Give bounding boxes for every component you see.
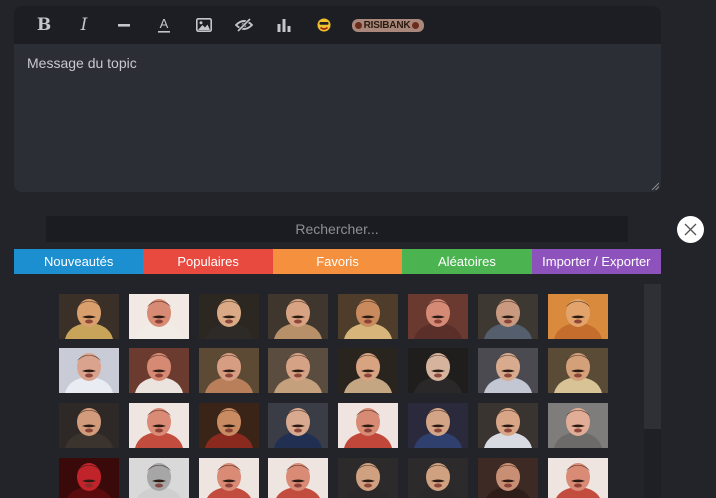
sticker-thumbnail[interactable] — [478, 294, 538, 339]
sticker-thumbnail[interactable] — [59, 348, 119, 393]
tab-nouveautes[interactable]: Nouveautés — [14, 249, 144, 274]
sticker-thumbnail[interactable] — [338, 458, 398, 498]
sticker-thumbnail[interactable] — [59, 458, 119, 498]
smiley-button[interactable] — [304, 6, 344, 44]
risibank-button[interactable]: RISIBANK — [348, 6, 428, 44]
spoiler-button[interactable] — [224, 6, 264, 44]
message-editor: B I A RISIBANK Message du topic — [14, 6, 661, 192]
sticker-thumbnail[interactable] — [548, 348, 608, 393]
poll-button[interactable] — [264, 6, 304, 44]
sticker-thumbnail[interactable] — [478, 348, 538, 393]
sticker-thumbnail[interactable] — [129, 348, 189, 393]
message-placeholder: Message du topic — [27, 55, 137, 71]
font-color-icon: A — [158, 16, 170, 33]
tab-aleatoires[interactable]: Aléatoires — [402, 249, 532, 274]
tab-importer-exporter[interactable]: Importer / Exporter — [531, 249, 662, 274]
font-color-button[interactable]: A — [144, 6, 184, 44]
sticker-thumbnail[interactable] — [548, 403, 608, 448]
eye-slash-icon — [235, 18, 253, 32]
strikethrough-button[interactable] — [104, 6, 144, 44]
tab-label: Aléatoires — [438, 254, 496, 269]
sticker-scrollbar[interactable] — [644, 284, 661, 498]
sticker-thumbnail[interactable] — [548, 294, 608, 339]
sticker-search-input[interactable]: Rechercher... — [46, 216, 628, 242]
italic-icon: I — [80, 15, 88, 35]
sticker-thumbnail[interactable] — [268, 294, 328, 339]
sticker-thumbnail[interactable] — [408, 458, 468, 498]
strikethrough-icon — [118, 24, 130, 27]
close-icon — [684, 223, 697, 236]
sticker-tabs: Nouveautés Populaires Favoris Aléatoires… — [14, 249, 662, 274]
sticker-thumbnail[interactable] — [408, 348, 468, 393]
risibank-logo-icon: RISIBANK — [351, 18, 425, 32]
sticker-thumbnail[interactable] — [408, 403, 468, 448]
risibank-logo-mark — [412, 21, 420, 29]
italic-button[interactable]: I — [64, 6, 104, 44]
message-textarea[interactable]: Message du topic — [14, 44, 661, 192]
sticker-thumbnail[interactable] — [129, 403, 189, 448]
smiley-icon — [316, 17, 332, 33]
tab-populaires[interactable]: Populaires — [143, 249, 273, 274]
bold-icon: B — [36, 15, 52, 35]
resize-grip-icon[interactable] — [651, 182, 659, 190]
tab-label: Importer / Exporter — [542, 254, 651, 269]
sticker-thumbnail[interactable] — [408, 294, 468, 339]
sticker-thumbnail[interactable] — [268, 348, 328, 393]
sticker-thumbnail[interactable] — [338, 294, 398, 339]
sticker-thumbnail[interactable] — [548, 458, 608, 498]
sticker-thumbnail[interactable] — [199, 403, 259, 448]
tab-label: Favoris — [316, 254, 359, 269]
bold-button[interactable]: B — [24, 6, 64, 44]
tab-label: Nouveautés — [44, 254, 114, 269]
sticker-thumbnail[interactable] — [338, 348, 398, 393]
svg-text:A: A — [160, 16, 169, 31]
image-icon — [196, 18, 212, 32]
tab-favoris[interactable]: Favoris — [272, 249, 403, 274]
sticker-thumbnail[interactable] — [59, 403, 119, 448]
bar-chart-icon — [277, 19, 291, 32]
scrollbar-thumb[interactable] — [644, 284, 661, 429]
editor-toolbar: B I A RISIBANK — [14, 6, 661, 44]
sticker-thumbnail[interactable] — [478, 403, 538, 448]
sticker-thumbnail[interactable] — [338, 403, 398, 448]
close-button[interactable] — [677, 216, 704, 243]
sticker-grid — [14, 284, 661, 498]
sticker-thumbnail[interactable] — [129, 294, 189, 339]
sticker-thumbnail[interactable] — [478, 458, 538, 498]
risibank-logo-mark — [354, 21, 362, 29]
sticker-thumbnail[interactable] — [268, 458, 328, 498]
sticker-thumbnail[interactable] — [129, 458, 189, 498]
sticker-search-placeholder: Rechercher... — [295, 221, 379, 237]
sticker-thumbnail[interactable] — [268, 403, 328, 448]
risibank-logo-text: RISIBANK — [363, 19, 411, 31]
sticker-thumbnail[interactable] — [59, 294, 119, 339]
sticker-thumbnail[interactable] — [199, 294, 259, 339]
tab-label: Populaires — [177, 254, 239, 269]
sticker-thumbnail[interactable] — [199, 458, 259, 498]
sticker-thumbnail[interactable] — [199, 348, 259, 393]
image-button[interactable] — [184, 6, 224, 44]
